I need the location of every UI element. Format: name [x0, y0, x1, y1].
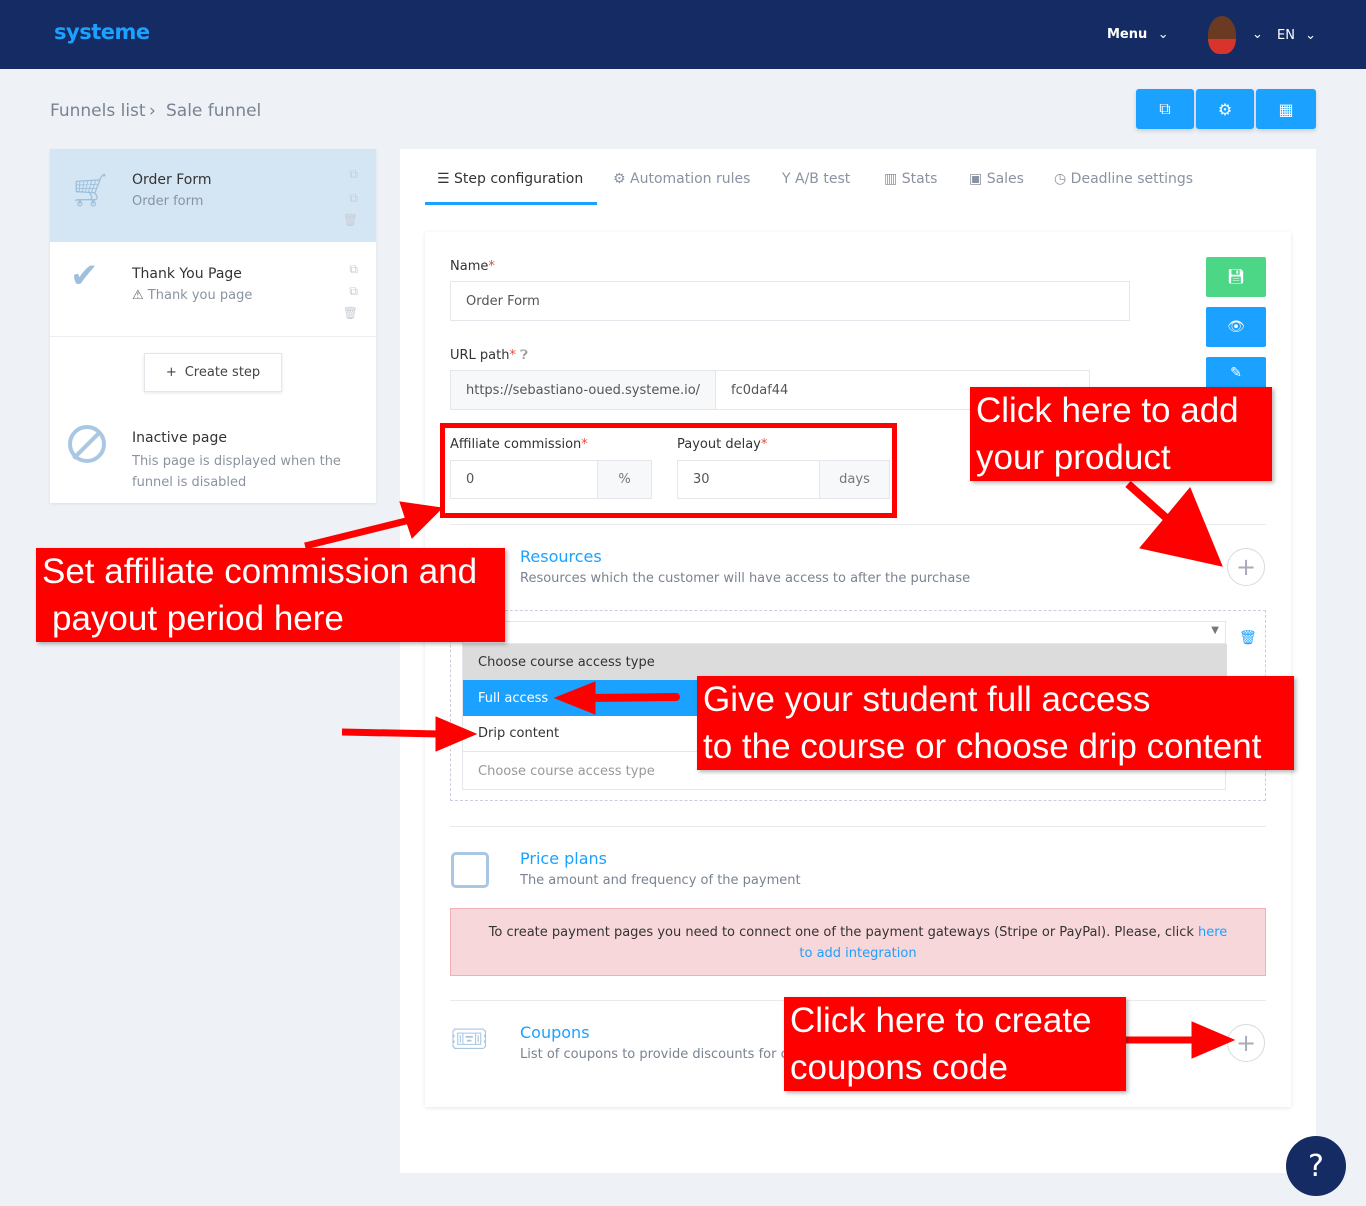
arrowhead: [1191, 1021, 1236, 1059]
annotation-line: to the course or choose drip content: [703, 727, 1262, 766]
arrow-full-access: [586, 693, 680, 702]
annotation-line: Click here to add: [976, 391, 1239, 430]
annotation-line: your product: [976, 438, 1171, 477]
help-button[interactable]: ?: [1286, 1136, 1346, 1196]
annotation-line: Give your student full access: [703, 680, 1151, 719]
annotation-line: payout period here: [52, 599, 344, 638]
arrowhead: [553, 681, 596, 715]
annotation-line: coupons code: [790, 1048, 1008, 1087]
arrow-affiliate: [304, 516, 411, 550]
arrowhead: [399, 501, 444, 539]
arrowhead: [435, 716, 478, 752]
annotation-coupons: Click here to create coupons code: [784, 997, 1126, 1091]
arrowhead: [1139, 487, 1223, 567]
annotation-line: Click here to create: [790, 1001, 1092, 1040]
annotation-access: Give your student full access to the cour…: [697, 676, 1294, 770]
arrow-drip: [341, 728, 441, 738]
annotation-affiliate: Set affiliate commission and payout perio…: [36, 548, 505, 642]
annotation-product: Click here to add your product: [970, 387, 1272, 481]
annotation-line: Set affiliate commission and: [42, 552, 478, 591]
